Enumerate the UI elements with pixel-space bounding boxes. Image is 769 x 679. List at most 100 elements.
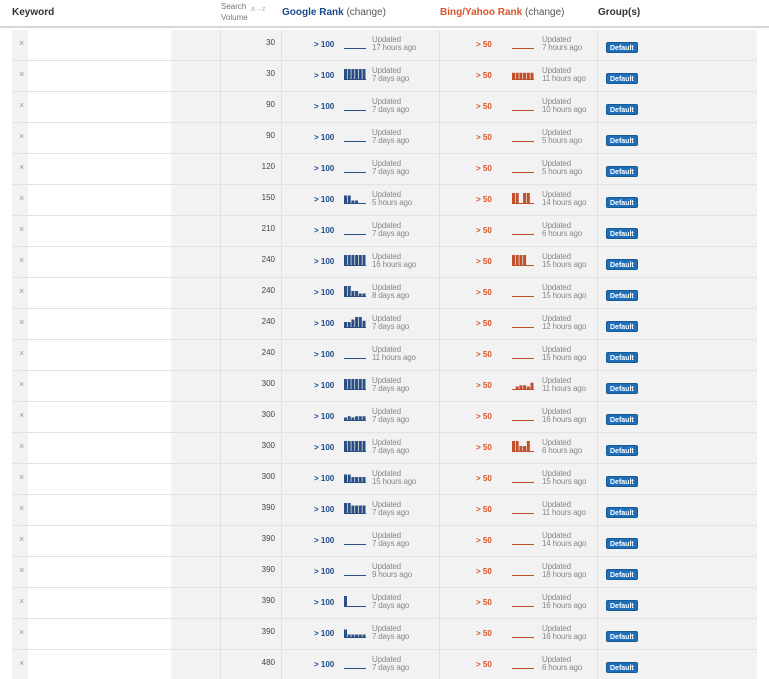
bing-rank-value[interactable]: > 50 — [476, 226, 492, 235]
delete-icon[interactable]: × — [19, 503, 24, 513]
delete-icon[interactable]: × — [19, 69, 24, 79]
delete-icon[interactable]: × — [19, 534, 24, 544]
google-rank-value[interactable]: > 100 — [314, 536, 334, 545]
spacer-cell — [171, 309, 221, 339]
google-rank-cell: > 100 Updated 7 days ago — [282, 526, 440, 556]
sparkline-bar — [355, 634, 359, 637]
group-default-button[interactable]: Default — [606, 290, 638, 301]
delete-icon[interactable]: × — [19, 410, 24, 420]
bing-rank-value[interactable]: > 50 — [476, 660, 492, 669]
delete-icon[interactable]: × — [19, 348, 24, 358]
google-rank-value[interactable]: > 100 — [314, 443, 334, 452]
delete-icon[interactable]: × — [19, 38, 24, 48]
delete-icon[interactable]: × — [19, 131, 24, 141]
google-rank-sparkline — [344, 195, 366, 204]
delete-icon[interactable]: × — [19, 627, 24, 637]
google-rank-value[interactable]: > 100 — [314, 381, 334, 390]
bing-rank-value[interactable]: > 50 — [476, 164, 492, 173]
bing-rank-value[interactable]: > 50 — [476, 319, 492, 328]
delete-icon[interactable]: × — [19, 162, 24, 172]
group-default-button[interactable]: Default — [606, 228, 638, 239]
google-rank-value[interactable]: > 100 — [314, 164, 334, 173]
group-default-button[interactable]: Default — [606, 383, 638, 394]
google-rank-value[interactable]: > 100 — [314, 102, 334, 111]
group-default-button[interactable]: Default — [606, 662, 638, 673]
google-rank-value[interactable]: > 100 — [314, 474, 334, 483]
bing-rank-value[interactable]: > 50 — [476, 195, 492, 204]
sort-icon[interactable]: a→z — [251, 4, 265, 15]
delete-icon[interactable]: × — [19, 596, 24, 606]
delete-icon[interactable]: × — [19, 100, 24, 110]
bing-rank-value[interactable]: > 50 — [476, 71, 492, 80]
group-default-button[interactable]: Default — [606, 476, 638, 487]
group-default-button[interactable]: Default — [606, 538, 638, 549]
group-default-button[interactable]: Default — [606, 507, 638, 518]
google-rank-value[interactable]: > 100 — [314, 226, 334, 235]
google-rank-value[interactable]: > 100 — [314, 195, 334, 204]
table-row: × 390 > 100 Updated 7 days ago > 50 Updat… — [12, 619, 757, 650]
bing-rank-value[interactable]: > 50 — [476, 629, 492, 638]
group-default-button[interactable]: Default — [606, 445, 638, 456]
google-rank-value[interactable]: > 100 — [314, 288, 334, 297]
delete-icon[interactable]: × — [19, 286, 24, 296]
google-rank-value[interactable]: > 100 — [314, 598, 334, 607]
sparkline-baseline — [512, 358, 534, 359]
group-default-button[interactable]: Default — [606, 352, 638, 363]
sparkline-baseline — [344, 389, 366, 390]
google-updated-time: 17 hours ago — [372, 43, 417, 52]
group-default-button[interactable]: Default — [606, 600, 638, 611]
bing-rank-value[interactable]: > 50 — [476, 412, 492, 421]
group-default-button[interactable]: Default — [606, 104, 638, 115]
google-rank-value[interactable]: > 100 — [314, 257, 334, 266]
delete-icon[interactable]: × — [19, 565, 24, 575]
google-rank-value[interactable]: > 100 — [314, 660, 334, 669]
google-rank-value[interactable]: > 100 — [314, 350, 334, 359]
delete-icon[interactable]: × — [19, 193, 24, 203]
delete-cell: × — [12, 154, 28, 184]
delete-icon[interactable]: × — [19, 379, 24, 389]
group-default-button[interactable]: Default — [606, 73, 638, 84]
delete-icon[interactable]: × — [19, 255, 24, 265]
sparkline-bar — [362, 293, 366, 296]
delete-icon[interactable]: × — [19, 658, 24, 668]
bing-rank-value[interactable]: > 50 — [476, 443, 492, 452]
delete-icon[interactable]: × — [19, 224, 24, 234]
search-volume-cell: 120 — [221, 154, 282, 184]
group-default-button[interactable]: Default — [606, 414, 638, 425]
search-volume-value: 240 — [261, 255, 275, 264]
bing-rank-value[interactable]: > 50 — [476, 102, 492, 111]
bing-rank-value[interactable]: > 50 — [476, 133, 492, 142]
sparkline-bar — [344, 195, 347, 203]
google-rank-value[interactable]: > 100 — [314, 133, 334, 142]
google-rank-value[interactable]: > 100 — [314, 40, 334, 49]
delete-icon[interactable]: × — [19, 441, 24, 451]
group-default-button[interactable]: Default — [606, 569, 638, 580]
delete-icon[interactable]: × — [19, 317, 24, 327]
google-rank-value[interactable]: > 100 — [314, 412, 334, 421]
bing-rank-value[interactable]: > 50 — [476, 505, 492, 514]
group-default-button[interactable]: Default — [606, 321, 638, 332]
bing-rank-value[interactable]: > 50 — [476, 598, 492, 607]
bing-rank-value[interactable]: > 50 — [476, 381, 492, 390]
group-default-button[interactable]: Default — [606, 166, 638, 177]
group-default-button[interactable]: Default — [606, 631, 638, 642]
google-rank-value[interactable]: > 100 — [314, 567, 334, 576]
google-rank-value[interactable]: > 100 — [314, 319, 334, 328]
group-default-button[interactable]: Default — [606, 197, 638, 208]
google-rank-value[interactable]: > 100 — [314, 505, 334, 514]
spacer-cell — [171, 464, 221, 494]
google-rank-value[interactable]: > 100 — [314, 71, 334, 80]
search-volume-column-header[interactable]: Search Volume a→z — [221, 1, 281, 28]
bing-rank-value[interactable]: > 50 — [476, 474, 492, 483]
bing-rank-value[interactable]: > 50 — [476, 536, 492, 545]
delete-icon[interactable]: × — [19, 472, 24, 482]
group-default-button[interactable]: Default — [606, 42, 638, 53]
group-default-button[interactable]: Default — [606, 259, 638, 270]
google-rank-value[interactable]: > 100 — [314, 629, 334, 638]
bing-rank-value[interactable]: > 50 — [476, 350, 492, 359]
bing-rank-value[interactable]: > 50 — [476, 40, 492, 49]
group-default-button[interactable]: Default — [606, 135, 638, 146]
bing-rank-value[interactable]: > 50 — [476, 567, 492, 576]
bing-rank-value[interactable]: > 50 — [476, 257, 492, 266]
bing-rank-value[interactable]: > 50 — [476, 288, 492, 297]
